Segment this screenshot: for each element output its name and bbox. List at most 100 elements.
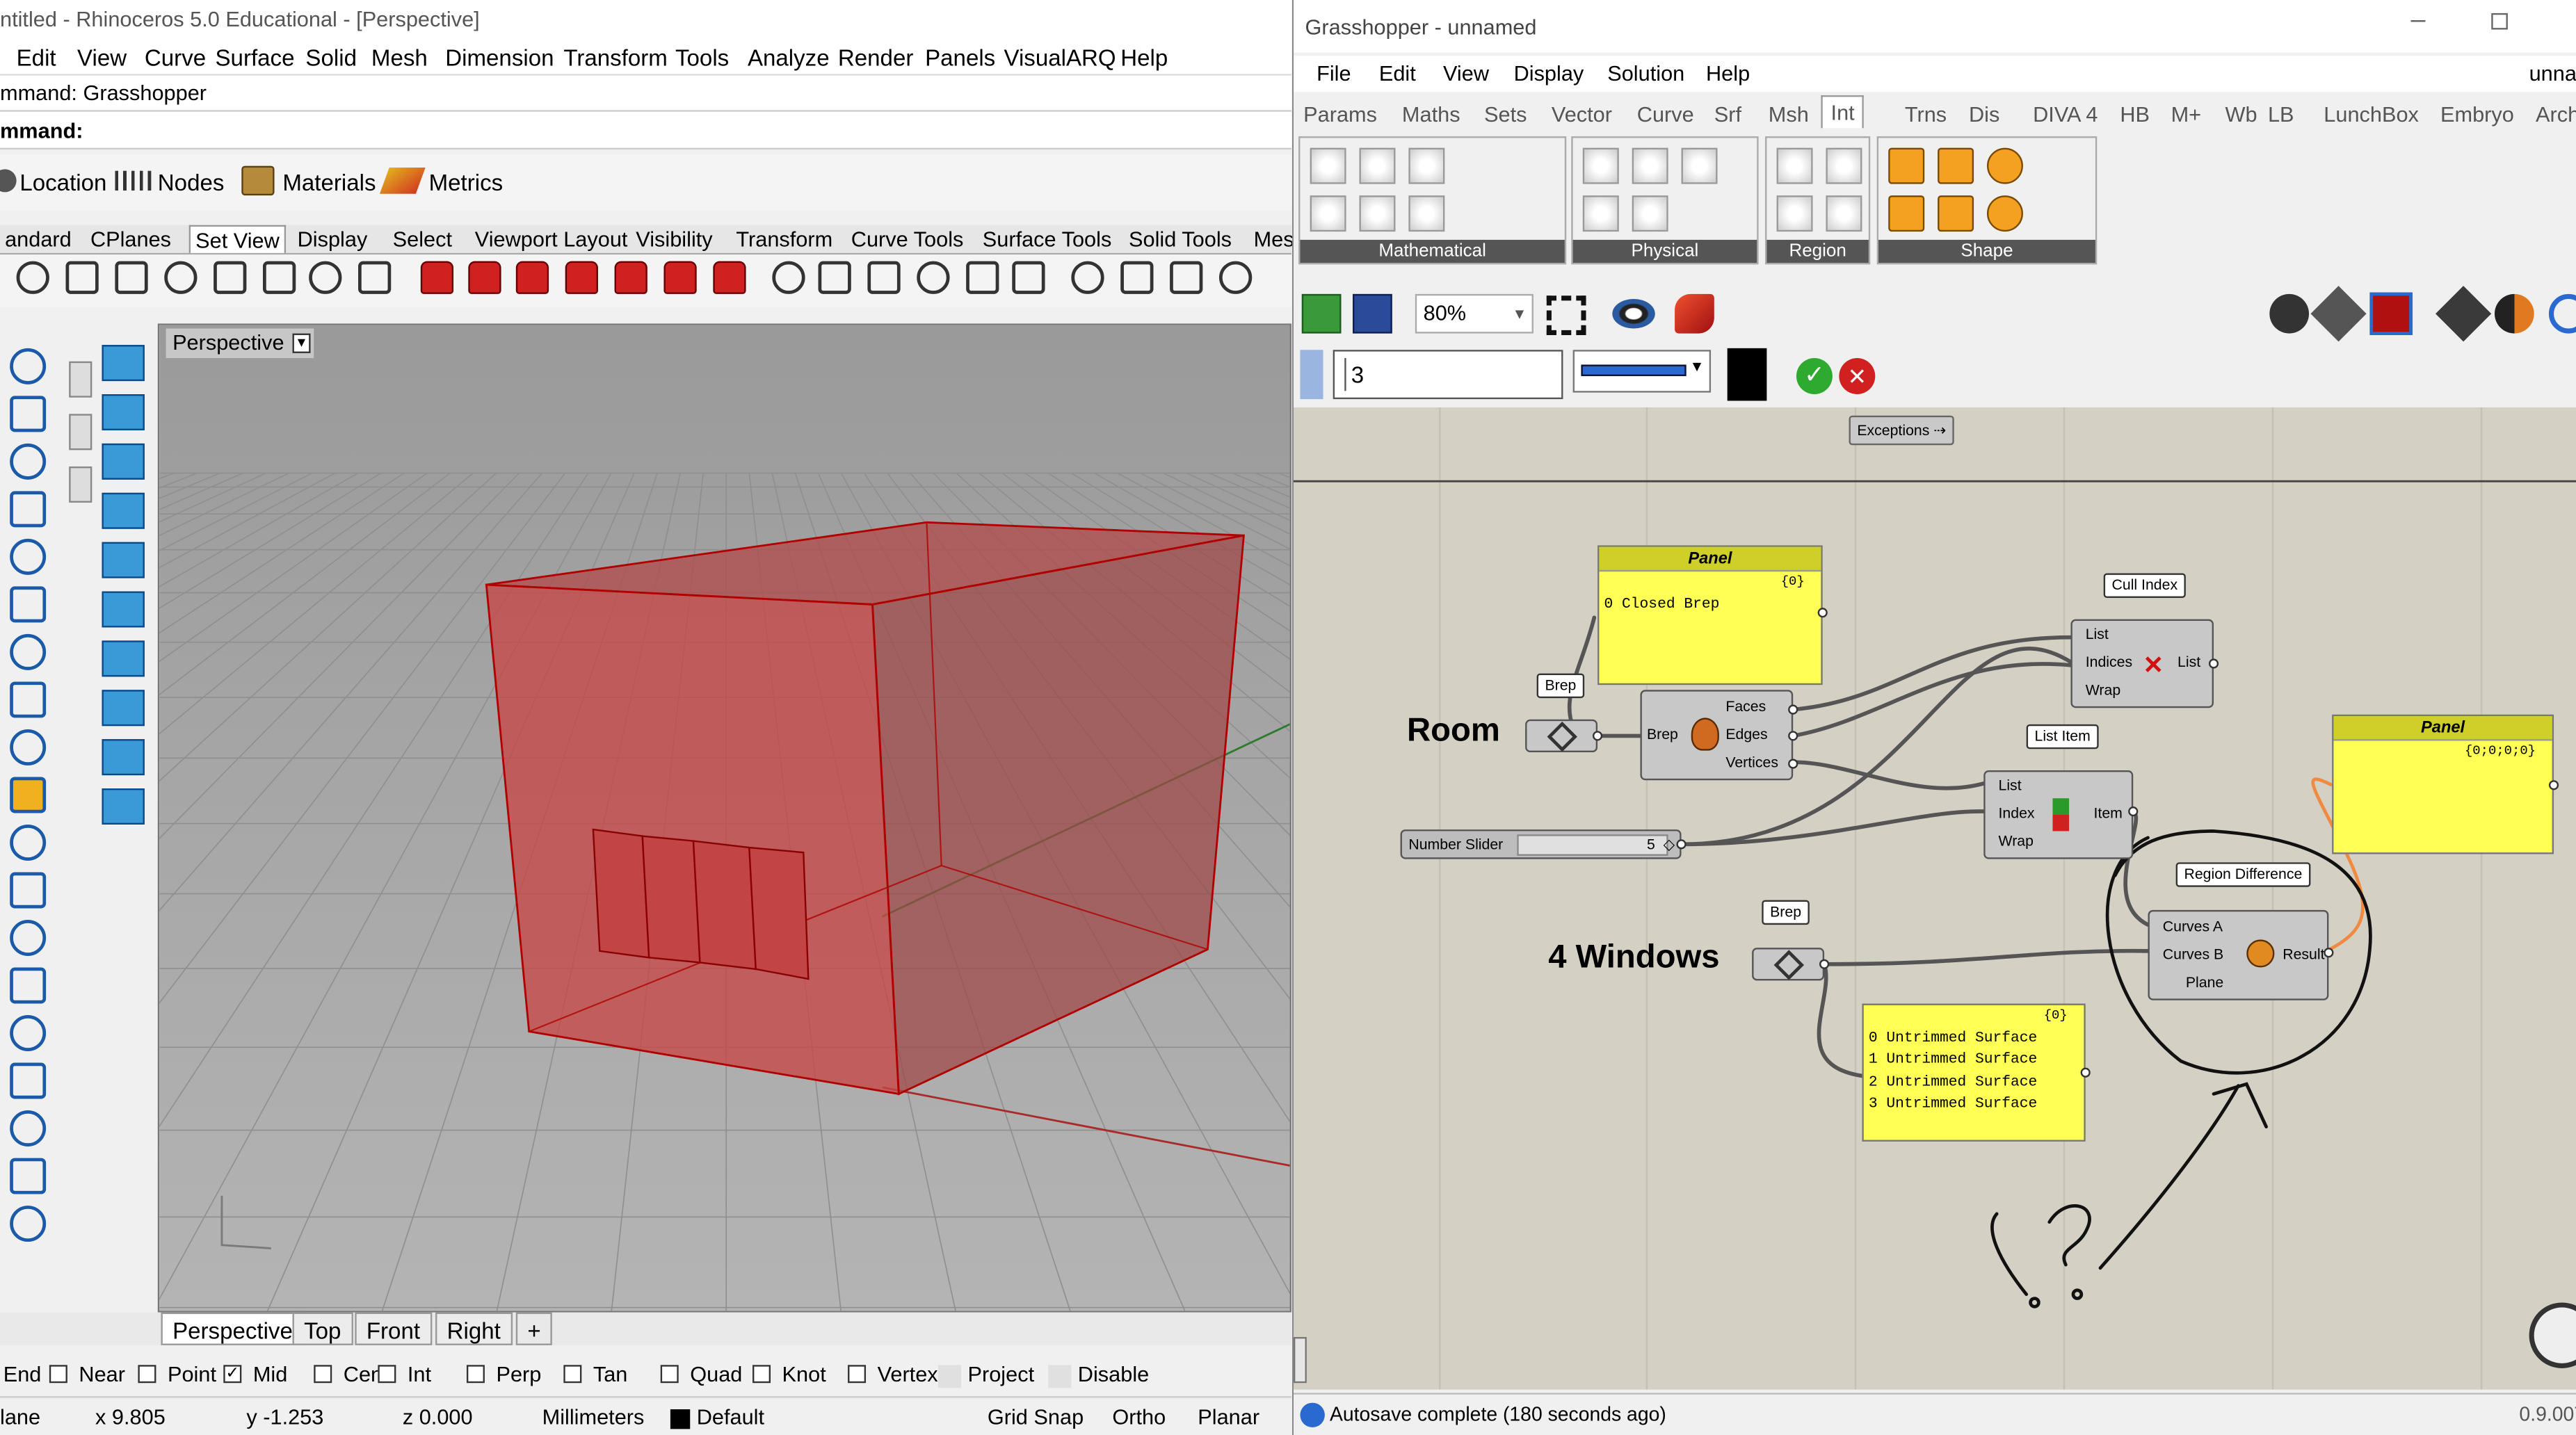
surface-patch-icon[interactable] — [102, 345, 145, 382]
component-3-5-icon[interactable] — [1986, 195, 2023, 232]
properties-panel-icon[interactable] — [69, 414, 92, 451]
osnap-checkbox[interactable] — [466, 1365, 485, 1384]
rhino-menu-visualarq[interactable]: VisualARQ — [1004, 44, 1116, 71]
toolbar-tab-3[interactable]: Display — [293, 225, 373, 253]
car-red-1-icon[interactable] — [420, 261, 454, 294]
walkabout-icon[interactable] — [772, 261, 805, 294]
preview-selected-icon[interactable] — [2369, 292, 2413, 335]
gh-tab-hb[interactable]: HB — [2120, 102, 2150, 126]
add-viewport-tab-icon[interactable]: + — [515, 1312, 553, 1345]
deconstruct-brep-component[interactable]: Brep Faces Edges Vertices — [1640, 690, 1794, 781]
component-3-1-icon[interactable] — [1888, 195, 1925, 232]
light-icon[interactable] — [966, 261, 999, 294]
zoom-extents-icon[interactable] — [1546, 295, 1586, 335]
osnap-checkbox[interactable] — [378, 1365, 396, 1384]
named-cplanes-icon[interactable] — [917, 261, 950, 294]
output-port[interactable] — [1592, 731, 1603, 741]
component-2-0-icon[interactable] — [1776, 147, 1813, 184]
sphere-icon[interactable] — [10, 633, 47, 670]
gh-menu-edit[interactable]: Edit — [1379, 60, 1416, 85]
component-2-2-icon[interactable] — [1826, 147, 1862, 184]
component-2-1-icon[interactable] — [1776, 195, 1813, 232]
osnap-checkbox[interactable] — [937, 1365, 962, 1388]
component-0-3-icon[interactable] — [1359, 195, 1396, 232]
rhino-menu-panels[interactable]: Panels — [925, 44, 995, 71]
check-icon[interactable] — [10, 1158, 47, 1194]
component-2-3-icon[interactable] — [1826, 195, 1862, 232]
status-units[interactable]: Millimeters — [542, 1404, 645, 1429]
osnap-checkbox[interactable] — [848, 1365, 867, 1384]
point-icon[interactable] — [10, 348, 47, 384]
rhino-menu-render[interactable]: Render — [838, 44, 913, 71]
viewport-tab-perspective[interactable]: Perspective — [161, 1312, 305, 1345]
shift-icon[interactable] — [1218, 261, 1253, 294]
output-port[interactable] — [1788, 759, 1798, 769]
component-3-2-icon[interactable] — [1938, 147, 1974, 184]
gh-tab-lb[interactable]: LB — [2268, 102, 2294, 126]
gumball-icon[interactable] — [10, 777, 47, 813]
component-1-2-icon[interactable] — [1632, 147, 1668, 184]
gh-tab-lunchbox[interactable]: LunchBox — [2324, 102, 2419, 126]
exceptions-tag[interactable]: Exceptions ⇢ — [1849, 415, 1954, 446]
rotate-view-icon[interactable] — [263, 261, 296, 294]
door-icon[interactable] — [102, 542, 145, 578]
component-3-0-icon[interactable] — [1888, 147, 1925, 184]
layers-panel-icon[interactable] — [69, 466, 92, 503]
car-front-3-icon[interactable] — [614, 261, 647, 294]
gh-tab-trns[interactable]: Trns — [1905, 102, 1947, 126]
save-file-icon[interactable] — [1353, 293, 1392, 334]
osnap-checkbox[interactable] — [1048, 1365, 1072, 1388]
toolbar-tab-5[interactable]: Viewport Layout — [470, 225, 633, 253]
column-icon[interactable] — [102, 492, 145, 529]
component-3-3-icon[interactable] — [1938, 195, 1974, 232]
slider-grip-icon[interactable]: ◇ — [1664, 836, 1675, 854]
gh-tab-vector[interactable]: Vector — [1552, 102, 1612, 126]
zoom-out-icon[interactable] — [309, 261, 342, 294]
polyline-icon[interactable] — [10, 396, 47, 432]
result-panel[interactable]: Panel {0;0;0;0} — [2332, 714, 2554, 854]
toolbar-tab-2[interactable]: Set View — [188, 225, 287, 253]
status-plane[interactable]: lane — [0, 1404, 40, 1429]
preview-wire-icon[interactable] — [2269, 293, 2310, 334]
window-icon[interactable] — [102, 591, 145, 628]
color-swatch[interactable] — [1727, 348, 1767, 401]
viewport-title[interactable]: Perspective ▼ — [166, 328, 314, 359]
rhino-menu-solid[interactable]: Solid — [305, 44, 357, 71]
cull-index-component[interactable]: List Indices Wrap ✕ List — [2070, 619, 2214, 708]
preview-settings-icon[interactable] — [2548, 293, 2576, 334]
toolbar-tab-10[interactable]: Solid Tools — [1124, 225, 1237, 253]
toolbar-tab-0[interactable]: andard — [0, 225, 77, 253]
material-icon[interactable] — [2494, 293, 2534, 334]
osnap-checkbox[interactable] — [314, 1365, 332, 1384]
region-difference-component[interactable]: Curves A Curves B Plane Result — [2148, 909, 2329, 1000]
location-panel-button[interactable]: Location — [19, 169, 106, 195]
number-slider[interactable]: Number Slider 5 ◇ — [1400, 829, 1682, 859]
zoom-selected-icon[interactable] — [214, 261, 247, 294]
car-front-4-icon[interactable] — [663, 261, 697, 294]
fillet-icon[interactable] — [10, 872, 47, 909]
gh-tab-diva-4[interactable]: DIVA 4 — [2033, 102, 2098, 126]
preview-eye-icon[interactable] — [1612, 298, 1655, 329]
untrimmed-surface-panel[interactable]: {0} 0 Untrimmed Surface 1 Untrimmed Surf… — [1862, 1003, 2086, 1142]
gh-canvas[interactable]: Exceptions ⇢ Room Brep Panel {0} 0 Close… — [1294, 407, 2576, 1390]
surface-icon[interactable] — [10, 681, 47, 718]
wall-icon[interactable] — [102, 788, 145, 825]
toolbar-tab-6[interactable]: Visibility — [631, 225, 718, 253]
array-icon[interactable] — [10, 1015, 47, 1051]
output-port[interactable] — [1788, 731, 1798, 741]
rhino-menu-help[interactable]: Help — [1120, 44, 1168, 71]
gh-tab-curve[interactable]: Curve — [1637, 102, 1694, 126]
solid-tools-icon[interactable] — [10, 824, 47, 861]
status-layer[interactable]: Default — [697, 1404, 764, 1429]
gh-menu-help[interactable]: Help — [1706, 60, 1750, 85]
grid-snap-toggle[interactable]: Grid Snap — [988, 1404, 1084, 1429]
viewport-menu-arrow-icon[interactable]: ▼ — [292, 333, 311, 353]
dimension-icon[interactable] — [10, 1062, 47, 1099]
metrics-panel-button[interactable]: Metrics — [429, 169, 504, 195]
output-port[interactable] — [2080, 1067, 2091, 1078]
component-1-1-icon[interactable] — [1582, 195, 1619, 232]
osnap-checkbox[interactable] — [660, 1365, 679, 1384]
viewport-scene[interactable] — [159, 325, 1291, 1313]
toolbar-tab-4[interactable]: Select — [388, 225, 458, 253]
component-0-1-icon[interactable] — [1310, 195, 1346, 232]
